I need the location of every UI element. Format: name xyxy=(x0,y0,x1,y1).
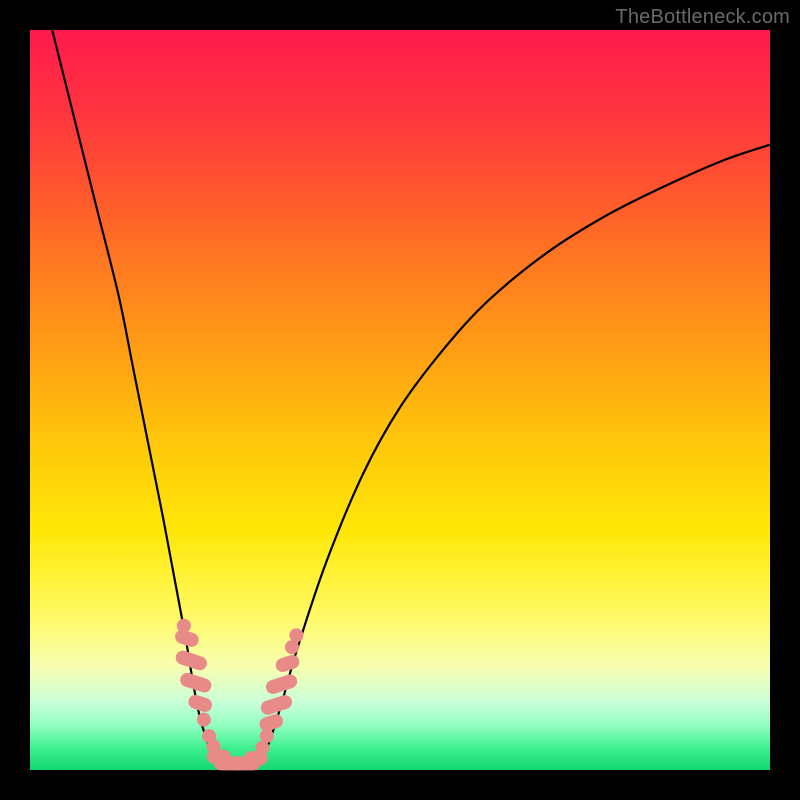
marker-capsule xyxy=(264,673,299,696)
marker-capsule xyxy=(274,653,301,674)
marker-capsule xyxy=(258,712,285,733)
marker-dot xyxy=(197,713,211,727)
marker-capsule xyxy=(259,693,294,716)
watermark-text: TheBottleneck.com xyxy=(615,6,790,29)
plot-area xyxy=(30,30,770,770)
marker-dot xyxy=(289,628,303,642)
marker-capsule xyxy=(173,628,200,649)
frame: TheBottleneck.com xyxy=(0,0,800,800)
marker-capsule xyxy=(187,693,214,714)
curve-layer xyxy=(30,30,770,770)
marker-capsule xyxy=(178,671,213,694)
curve-right-branch xyxy=(252,145,770,767)
